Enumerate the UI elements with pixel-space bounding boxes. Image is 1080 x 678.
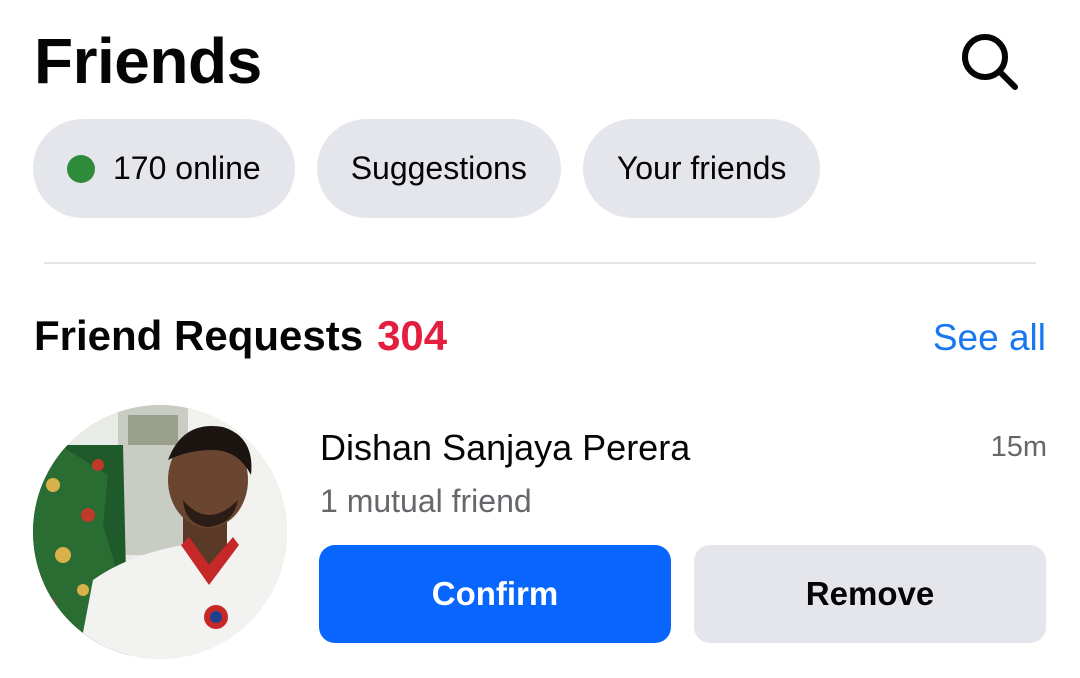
- mutual-friends[interactable]: 1 mutual friend: [320, 480, 532, 522]
- online-chip[interactable]: 170 online: [33, 119, 295, 218]
- requester-name[interactable]: Dishan Sanjaya Perera: [320, 425, 690, 471]
- friend-request-item: Dishan Sanjaya Perera 15m 1 mutual frien…: [33, 405, 1047, 659]
- friend-requests-count: 304: [377, 312, 448, 359]
- friends-page: Friends 170 online Suggestions Your frie…: [0, 0, 1080, 678]
- filter-chips: 170 online Suggestions Your friends: [33, 119, 821, 218]
- suggestions-chip[interactable]: Suggestions: [316, 119, 561, 218]
- search-icon: [962, 34, 1018, 90]
- see-all-link[interactable]: See all: [933, 314, 1046, 362]
- remove-button[interactable]: Remove: [694, 545, 1046, 643]
- divider: [44, 262, 1036, 264]
- request-time: 15m: [990, 431, 1047, 463]
- page-title: Friends: [34, 25, 262, 97]
- friend-requests-title: Friend Requests 304: [34, 308, 447, 364]
- header: Friends: [34, 22, 1024, 98]
- avatar[interactable]: [33, 405, 287, 659]
- online-chip-label: 170 online: [113, 150, 261, 186]
- confirm-button[interactable]: Confirm: [319, 545, 671, 643]
- suggestions-chip-label: Suggestions: [350, 150, 527, 186]
- friend-requests-label: Friend Requests: [34, 312, 364, 359]
- friend-requests-header: Friend Requests 304 See all: [34, 304, 1046, 368]
- online-status-icon: [67, 154, 95, 183]
- your-friends-chip-label: Your friends: [616, 150, 787, 186]
- your-friends-chip[interactable]: Your friends: [582, 119, 821, 218]
- search-button[interactable]: [954, 28, 1024, 94]
- profile-photo: [33, 405, 287, 659]
